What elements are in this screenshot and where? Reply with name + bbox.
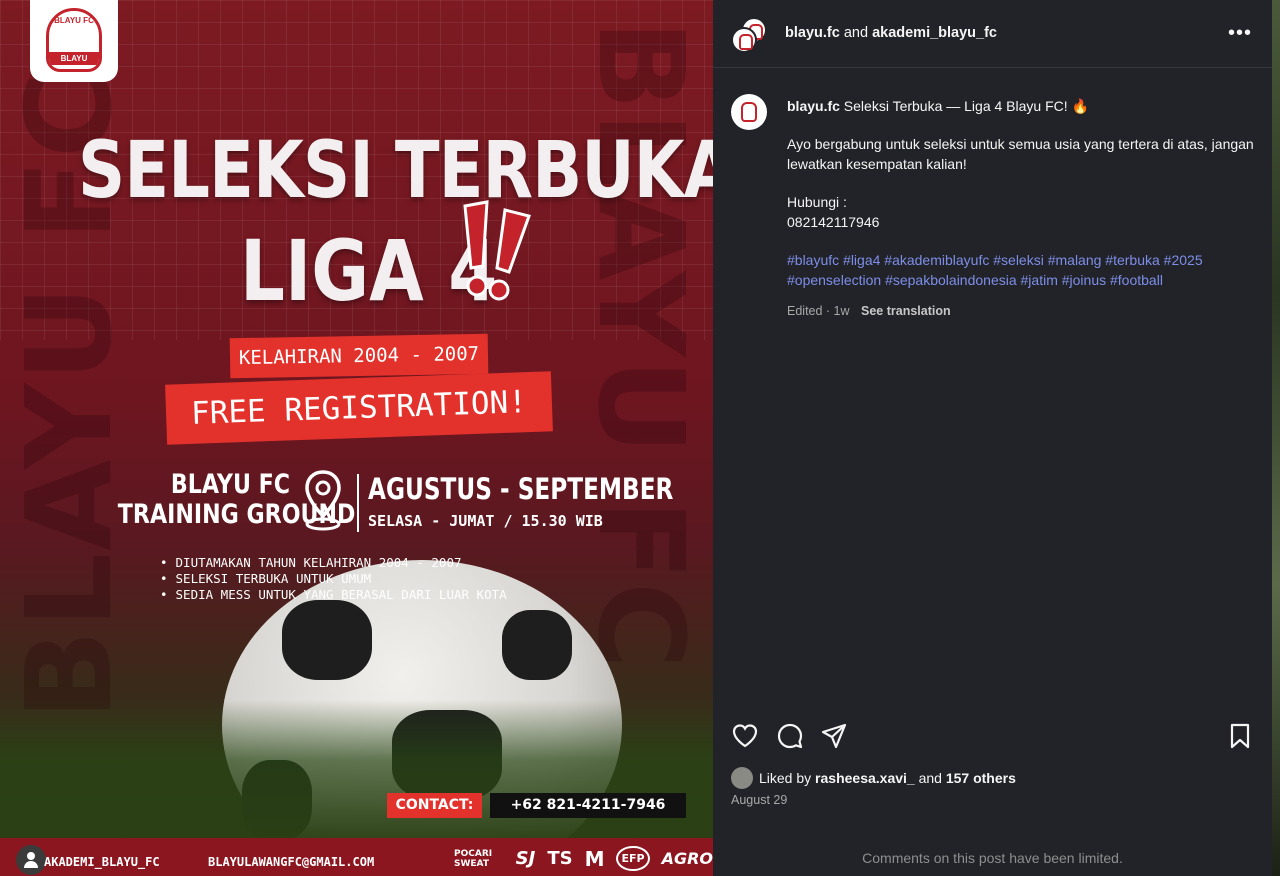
more-horizontal-icon[interactable]: ••• bbox=[1228, 22, 1252, 45]
post-image[interactable]: BLAYU FC BLAYU FC BLAYU FC BLAYU SELEKSI… bbox=[0, 0, 713, 876]
see-translation-link[interactable]: See translation bbox=[861, 304, 951, 318]
caption-hashtags[interactable]: #openselection #sepakbolaindonesia #jati… bbox=[787, 270, 1257, 290]
exclamation-icon bbox=[463, 200, 531, 301]
liker-avatar[interactable] bbox=[731, 767, 753, 789]
requirement-item: SEDIA MESS UNTUK YANG BERASAL DARI LUAR … bbox=[160, 587, 507, 603]
post-date: August 29 bbox=[731, 793, 788, 807]
liker-username[interactable]: rasheesa.xavi_ bbox=[815, 770, 915, 786]
contact-number: +62 821-4211-7946 bbox=[490, 793, 686, 818]
likes-prefix: Liked by bbox=[759, 770, 812, 786]
club-logo: BLAYU FC BLAYU bbox=[46, 8, 102, 72]
post-sidebar: blayu.fc and akademi_blayu_fc ••• blayu.… bbox=[713, 0, 1272, 876]
caption-contact-number: 082142117946 bbox=[787, 214, 880, 230]
location-pin-icon bbox=[305, 470, 341, 531]
comment-icon[interactable] bbox=[776, 722, 804, 750]
likes-others[interactable]: 157 others bbox=[946, 770, 1016, 786]
authors-joiner: and bbox=[843, 25, 869, 41]
sponsor-logo: M bbox=[584, 846, 605, 871]
post-authors: blayu.fc and akademi_blayu_fc bbox=[785, 25, 997, 41]
sponsor-logo: SJ bbox=[515, 848, 536, 869]
venue-line2: TRAINING GROUND bbox=[117, 499, 356, 530]
caption-contact-label: Hubungi : bbox=[787, 194, 847, 210]
sponsor-logo: POCARI SWEAT bbox=[454, 848, 493, 869]
requirement-item: SELEKSI TERBUKA UNTUK UMUM bbox=[160, 571, 507, 587]
venue-divider bbox=[357, 474, 359, 532]
sponsor-logo: TS bbox=[547, 848, 573, 869]
likes-summary[interactable]: Liked by rasheesa.xavi_ and 157 others bbox=[731, 767, 1016, 789]
caption-hashtags[interactable]: #blayufc #liga4 #akademiblayufc #seleksi… bbox=[787, 250, 1257, 270]
background-strip bbox=[1272, 0, 1280, 876]
user-tag-icon[interactable] bbox=[16, 845, 46, 875]
free-registration-banner: FREE REGISTRATION! bbox=[165, 371, 553, 445]
collab-avatars[interactable] bbox=[731, 17, 769, 55]
footer-email: BLAYULAWANGFC@GMAIL.COM bbox=[208, 855, 375, 869]
requirement-item: DIUTAMAKAN TAHUN KELAHIRAN 2004 - 2007 bbox=[160, 555, 507, 571]
schedule-text: SELASA - JUMAT / 15.30 WIB bbox=[368, 512, 603, 530]
caption-username[interactable]: blayu.fc bbox=[787, 98, 840, 114]
sponsor-logo: EFP bbox=[616, 846, 650, 871]
caption-meta: Edited · 1w See translation bbox=[787, 304, 951, 318]
bookmark-icon[interactable] bbox=[1226, 722, 1254, 750]
sponsor-logo: AGRO bbox=[661, 849, 713, 868]
logo-ribbon: BLAYU bbox=[49, 52, 99, 65]
author-link[interactable]: blayu.fc bbox=[785, 25, 840, 41]
logo-top-text: BLAYU FC bbox=[49, 11, 99, 31]
venue-text: BLAYU FC TRAINING GROUND bbox=[117, 469, 356, 530]
comments-limited-notice: Comments on this post have been limited. bbox=[862, 850, 1123, 866]
venue-line1: BLAYU FC bbox=[170, 469, 290, 500]
post-caption: blayu.fc Seleksi Terbuka — Liga 4 Blayu … bbox=[787, 96, 1257, 290]
requirements-list: DIUTAMAKAN TAHUN KELAHIRAN 2004 - 2007 S… bbox=[160, 555, 507, 603]
share-icon[interactable] bbox=[820, 722, 848, 750]
heart-icon[interactable] bbox=[731, 722, 759, 750]
action-bar bbox=[731, 722, 1254, 752]
avatar[interactable] bbox=[731, 27, 757, 53]
instagram-post-view: BLAYU FC BLAYU FC BLAYU FC BLAYU SELEKSI… bbox=[0, 0, 1280, 876]
footer-handle: AKADEMI_BLAYU_FC bbox=[44, 855, 160, 869]
caption-body: Ayo bergabung untuk seleksi untuk semua … bbox=[787, 136, 1254, 172]
sponsor-logos: POCARI SWEAT SJ TS M EFP AGRO bbox=[454, 846, 713, 871]
author-link[interactable]: akademi_blayu_fc bbox=[872, 25, 997, 41]
months-text: AGUSTUS - SEPTEMBER bbox=[368, 472, 674, 506]
grass-foreground bbox=[0, 700, 713, 850]
likes-middle: and bbox=[918, 770, 942, 786]
club-logo-card: BLAYU FC BLAYU bbox=[30, 0, 118, 82]
contact-label: CONTACT: bbox=[387, 793, 482, 818]
edited-time: Edited · 1w bbox=[787, 304, 850, 318]
caption-headline: Seleksi Terbuka — Liga 4 Blayu FC! 🔥 bbox=[843, 98, 1089, 114]
caption-avatar[interactable] bbox=[731, 94, 767, 130]
bg-text-right: BLAYU FC bbox=[572, 20, 710, 671]
birth-range-tag: KELAHIRAN 2004 - 2007 bbox=[229, 333, 489, 379]
post-header: blayu.fc and akademi_blayu_fc ••• bbox=[713, 0, 1272, 68]
